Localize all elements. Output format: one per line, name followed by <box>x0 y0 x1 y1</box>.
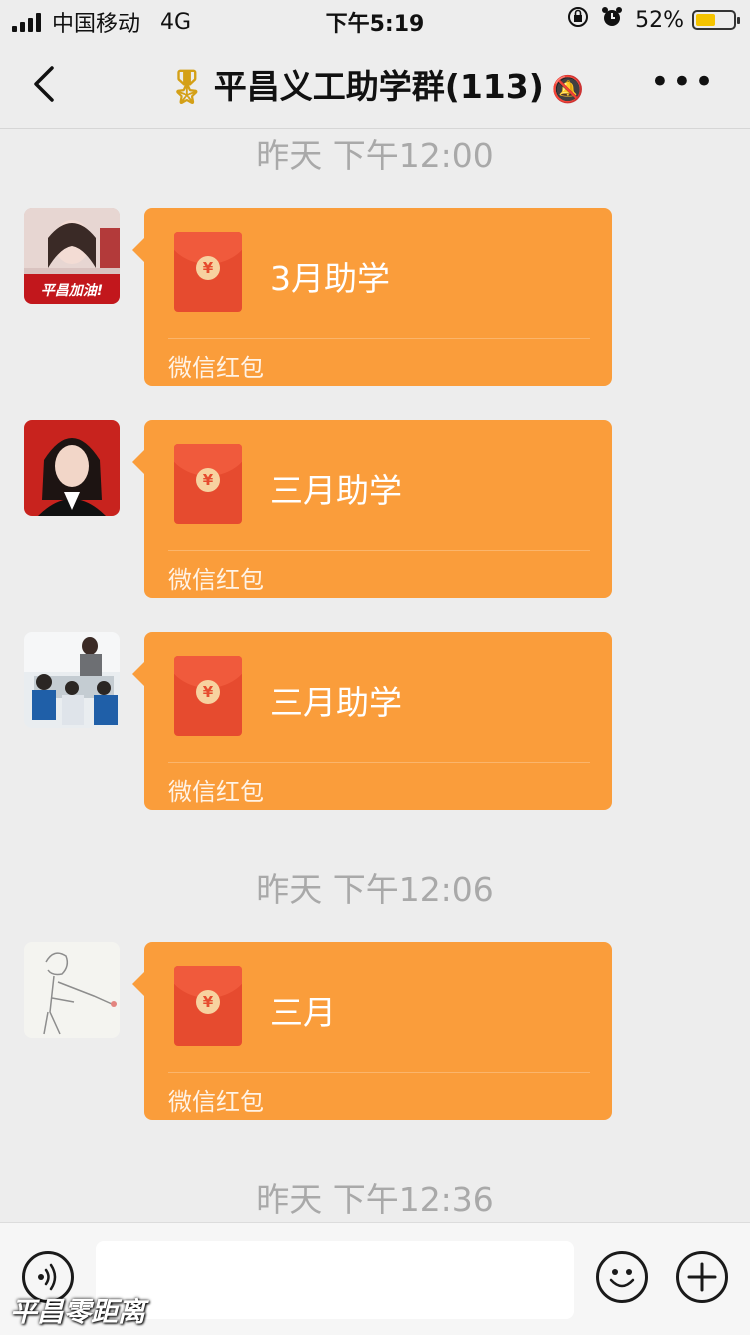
more-button[interactable]: ••• <box>650 62 716 102</box>
mute-bell-icon: 🔕 <box>551 75 585 105</box>
watermark: 平昌零距离 <box>10 1297 145 1328</box>
avatar[interactable] <box>24 632 120 728</box>
red-packet-label: 微信红包 <box>168 354 264 382</box>
red-packet-label: 微信红包 <box>168 778 264 806</box>
battery-percent: 52% <box>635 7 684 33</box>
rotation-lock-icon <box>567 6 589 34</box>
plus-button[interactable] <box>676 1251 728 1303</box>
more-icon: ••• <box>649 62 716 102</box>
avatar[interactable]: 平昌加油! <box>24 208 120 304</box>
divider <box>168 1072 590 1073</box>
message-list[interactable]: 昨天 下午12:00 平昌加油! ¥ 3月助学 微信红包 ¥ 三月助学 微信红包… <box>0 129 750 1221</box>
medal-icon: 🎖 <box>165 67 208 106</box>
red-packet-icon: ¥ <box>174 966 242 1046</box>
red-packet-label: 微信红包 <box>168 1088 264 1116</box>
divider <box>168 338 590 339</box>
chat-title: 平昌义工助学群(113) <box>213 67 544 106</box>
red-packet-bubble[interactable]: ¥ 三月 微信红包 <box>132 942 612 1120</box>
status-bar: 中国移动 4G 下午5:19 52% <box>0 0 750 40</box>
plus-icon <box>687 1262 717 1292</box>
red-packet-icon: ¥ <box>174 232 242 312</box>
list-item: 平昌加油! ¥ 3月助学 微信红包 <box>0 208 750 388</box>
chat-title-area[interactable]: 🎖 平昌义工助学群(113) 🔕 <box>0 60 750 108</box>
timestamp: 昨天 下午12:36 <box>256 1180 494 1219</box>
battery-icon <box>692 10 740 30</box>
red-packet-label: 微信红包 <box>168 566 264 594</box>
emoji-icon <box>609 1269 635 1288</box>
avatar[interactable] <box>24 420 120 516</box>
list-item: ¥ 三月助学 微信红包 <box>0 420 750 600</box>
red-packet-bubble[interactable]: ¥ 三月助学 微信红包 <box>132 420 612 598</box>
timestamp: 昨天 下午12:06 <box>256 870 494 909</box>
divider <box>168 550 590 551</box>
red-packet-bubble[interactable]: ¥ 3月助学 微信红包 <box>132 208 612 386</box>
emoji-button[interactable] <box>596 1251 648 1303</box>
avatar-badge: 平昌加油! <box>40 283 104 299</box>
list-item: ¥ 三月 微信红包 <box>0 942 750 1122</box>
red-packet-message: 三月 <box>270 993 336 1032</box>
timestamp: 昨天 下午12:00 <box>256 136 494 175</box>
red-packet-icon: ¥ <box>174 656 242 736</box>
red-packet-icon: ¥ <box>174 444 242 524</box>
alarm-icon <box>601 6 623 34</box>
red-packet-message: 3月助学 <box>270 259 390 298</box>
red-packet-message: 三月助学 <box>270 471 402 510</box>
chat-header: 🎖 平昌义工助学群(113) 🔕 ••• <box>0 40 750 129</box>
divider <box>168 762 590 763</box>
message-input[interactable] <box>96 1241 574 1319</box>
avatar[interactable] <box>24 942 120 1038</box>
red-packet-bubble[interactable]: ¥ 三月助学 微信红包 <box>132 632 612 810</box>
list-item: ¥ 三月助学 微信红包 <box>0 632 750 812</box>
red-packet-message: 三月助学 <box>270 683 402 722</box>
